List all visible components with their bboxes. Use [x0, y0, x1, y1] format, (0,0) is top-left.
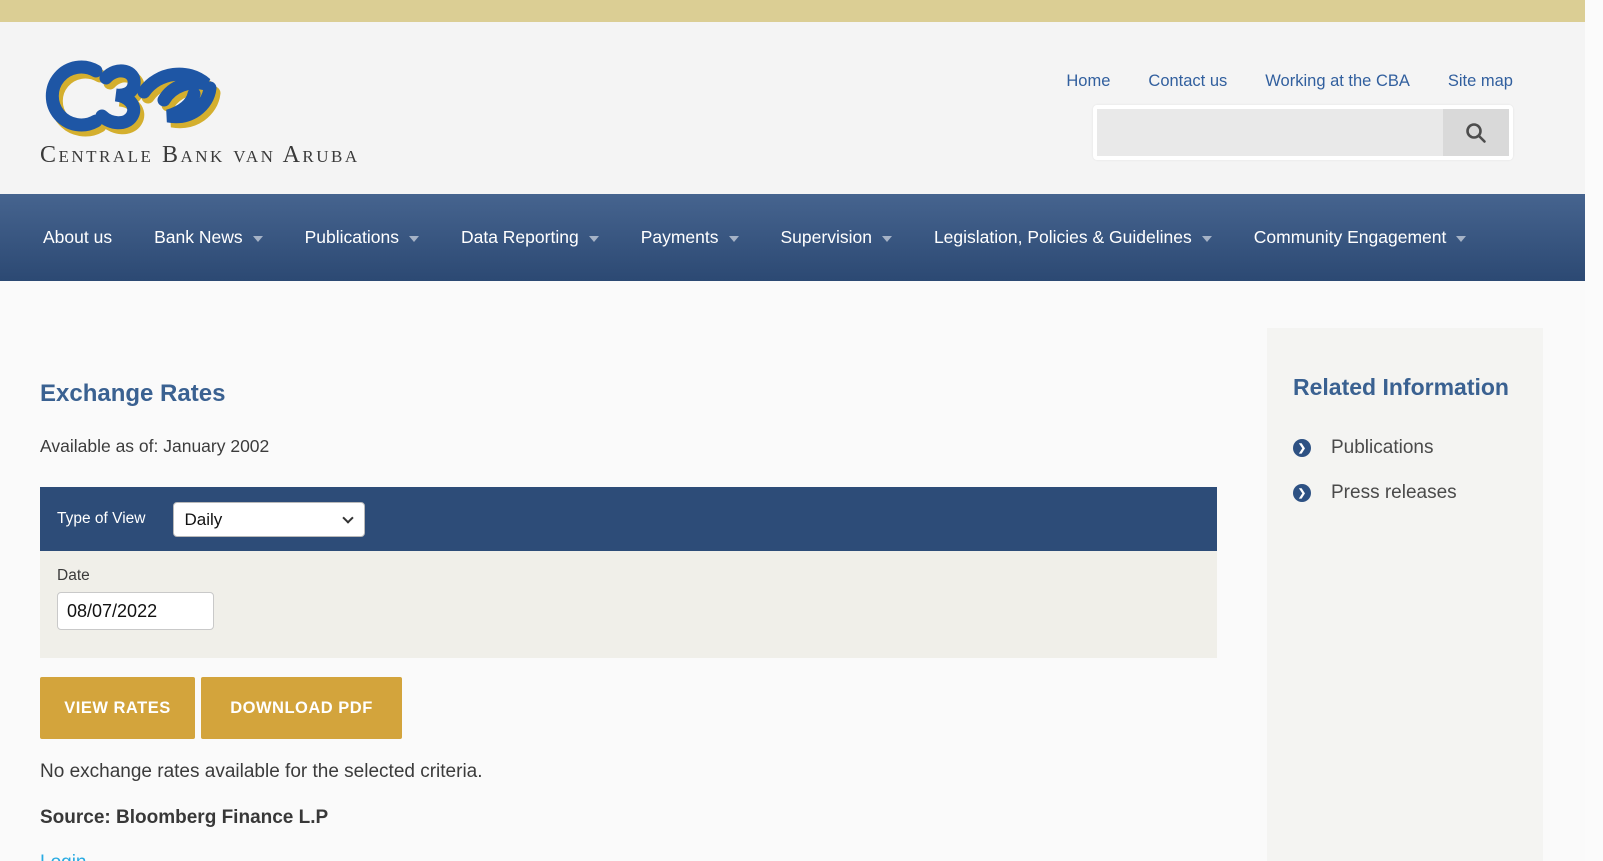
no-results-message: No exchange rates available for the sele… [40, 761, 1217, 783]
content-area: Exchange Rates Available as of: January … [0, 281, 1585, 861]
related-information-title: Related Information [1293, 374, 1517, 401]
related-link-publications[interactable]: ❯ Publications [1293, 437, 1517, 459]
top-gold-bar [0, 0, 1585, 22]
login-link[interactable]: Login [40, 852, 87, 861]
nav-item-about-us[interactable]: About us [43, 227, 112, 248]
source-text: Source: Bloomberg Finance L.P [40, 807, 1217, 829]
nav-item-supervision[interactable]: Supervision [781, 227, 892, 248]
type-of-view-bar: Type of View Daily [40, 487, 1217, 551]
nav-item-label[interactable]: Legislation, Policies & Guidelines [934, 227, 1192, 248]
related-information-panel: Related Information ❯ Publications ❯ Pre… [1267, 328, 1543, 861]
main-nav: About us Bank News Publications Data Rep… [0, 194, 1585, 281]
quicklink-site-map[interactable]: Site map [1448, 72, 1513, 91]
nav-item-label[interactable]: Data Reporting [461, 227, 579, 248]
chevron-right-circle-icon: ❯ [1293, 439, 1311, 457]
chevron-right-circle-icon: ❯ [1293, 484, 1311, 502]
nav-item-label[interactable]: Publications [305, 227, 399, 248]
chevron-down-icon [1456, 236, 1466, 242]
nav-item-legislation-policies-guidelines[interactable]: Legislation, Policies & Guidelines [934, 227, 1212, 248]
chevron-down-icon [1202, 236, 1212, 242]
nav-item-data-reporting[interactable]: Data Reporting [461, 227, 599, 248]
nav-item-label[interactable]: Community Engagement [1254, 227, 1447, 248]
header-right: Home Contact us Working at the CBA Site … [1093, 72, 1513, 160]
cba-logo-swirl-icon [40, 58, 270, 138]
site-header: Centrale Bank van Aruba Home Contact us … [0, 22, 1585, 194]
nav-item-label[interactable]: Bank News [154, 227, 243, 248]
type-of-view-select[interactable]: Daily [173, 502, 365, 537]
chevron-down-icon [253, 236, 263, 242]
nav-item-label[interactable]: About us [43, 227, 112, 248]
cba-wordmark: Centrale Bank van Aruba [40, 142, 360, 169]
available-as-of-text: Available as of: January 2002 [40, 436, 1217, 457]
related-link-label[interactable]: Press releases [1331, 482, 1457, 504]
download-pdf-button[interactable]: DOWNLOAD PDF [201, 677, 402, 739]
nav-item-payments[interactable]: Payments [641, 227, 739, 248]
cba-logo[interactable]: Centrale Bank van Aruba [40, 58, 360, 169]
related-link-press-releases[interactable]: ❯ Press releases [1293, 482, 1517, 504]
nav-item-label[interactable]: Supervision [781, 227, 872, 248]
search-box [1093, 105, 1513, 160]
quicklinks-nav: Home Contact us Working at the CBA Site … [1093, 72, 1513, 91]
date-input[interactable] [57, 592, 214, 630]
date-panel: Date [40, 551, 1217, 658]
date-label: Date [57, 567, 90, 584]
nav-item-community-engagement[interactable]: Community Engagement [1254, 227, 1467, 248]
search-icon [1464, 121, 1488, 145]
main-column: Exchange Rates Available as of: January … [40, 281, 1217, 861]
chevron-down-icon [729, 236, 739, 242]
type-of-view-label: Type of View [57, 510, 145, 528]
nav-item-label[interactable]: Payments [641, 227, 719, 248]
quicklink-contact-us[interactable]: Contact us [1148, 72, 1227, 91]
search-button[interactable] [1443, 109, 1509, 156]
page-title: Exchange Rates [40, 380, 1217, 408]
page-container: Centrale Bank van Aruba Home Contact us … [0, 0, 1585, 861]
action-buttons-row: VIEW RATES DOWNLOAD PDF [40, 677, 1217, 739]
chevron-down-icon [882, 236, 892, 242]
quicklink-home[interactable]: Home [1066, 72, 1110, 91]
search-input[interactable] [1097, 109, 1443, 156]
nav-item-publications[interactable]: Publications [305, 227, 419, 248]
view-rates-button[interactable]: VIEW RATES [40, 677, 195, 739]
chevron-down-icon [409, 236, 419, 242]
type-of-view-select-wrap: Daily [173, 502, 365, 537]
related-link-label[interactable]: Publications [1331, 437, 1433, 459]
nav-item-bank-news[interactable]: Bank News [154, 227, 263, 248]
related-links-list: ❯ Publications ❯ Press releases [1293, 437, 1517, 504]
chevron-down-icon [589, 236, 599, 242]
quicklink-working-at-the-cba[interactable]: Working at the CBA [1265, 72, 1410, 91]
